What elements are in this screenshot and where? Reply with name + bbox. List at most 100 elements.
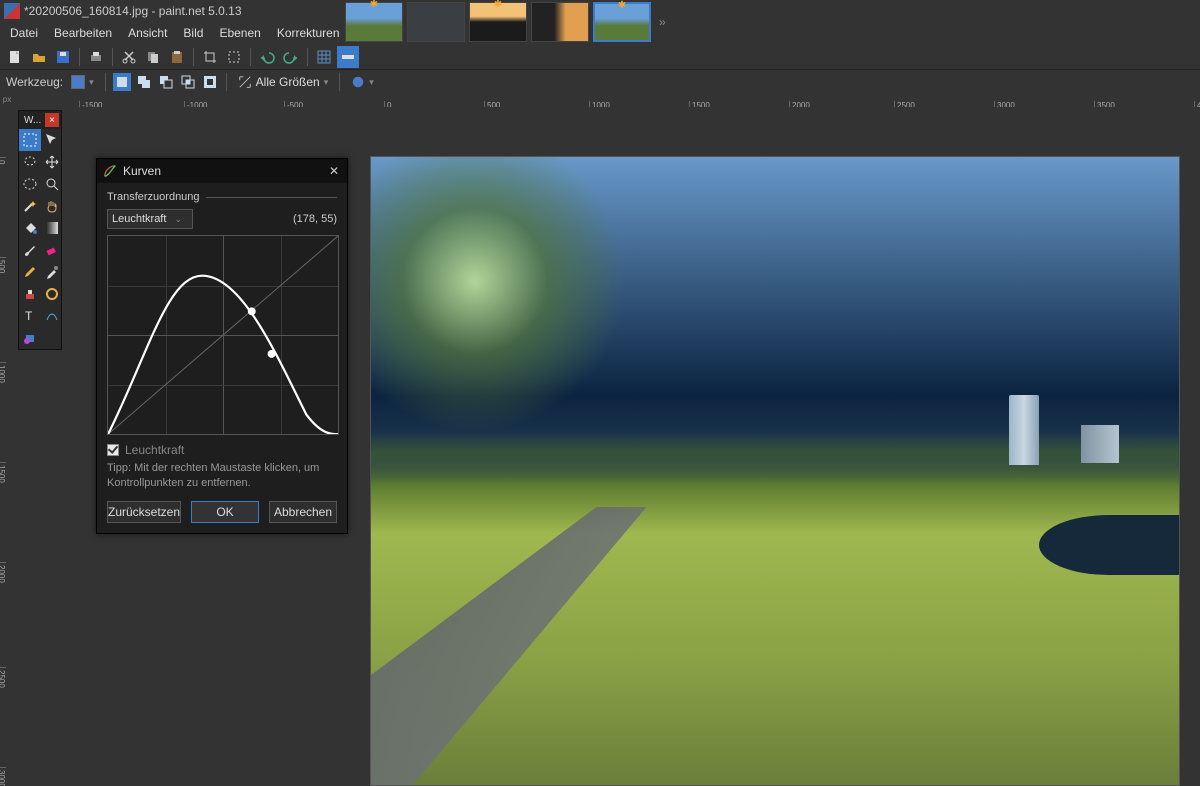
thumb-overflow-icon[interactable]: » (655, 15, 670, 29)
tool-line[interactable] (41, 305, 63, 327)
luminosity-checkbox[interactable] (107, 444, 119, 456)
document-thumbs: ✱ ✱ ✱ » (345, 0, 670, 44)
tool-recolor[interactable] (41, 283, 63, 305)
ruler-tick: 1500 (0, 462, 6, 483)
divider (206, 197, 337, 198)
deselect-icon[interactable] (223, 46, 245, 68)
chevron-down-icon: ▾ (324, 77, 329, 88)
grid-icon[interactable] (313, 46, 335, 68)
resize-icon (238, 75, 252, 89)
tool-ellipse-select[interactable] (19, 173, 41, 195)
curves-tip: Tipp: Mit der rechten Maustaste klicken,… (107, 461, 337, 491)
curves-plot (108, 236, 338, 434)
tool-clone[interactable] (19, 283, 41, 305)
tool-pencil[interactable] (19, 261, 41, 283)
ruler-tick: 1000 (0, 362, 6, 383)
image-region (1081, 425, 1119, 463)
app-icon (4, 3, 20, 19)
tools-panel-title: W... (21, 115, 41, 126)
ruler-tick: 2500 (0, 667, 6, 688)
chevron-down-icon: ▾ (369, 77, 374, 88)
svg-text:T: T (25, 309, 33, 323)
tool-label: Werkzeug: (6, 75, 63, 89)
dialog-title: Kurven (123, 164, 161, 178)
image-region (1009, 395, 1039, 465)
ruler-tick: 3000 (0, 767, 6, 786)
curves-mode-select[interactable]: Leuchtkraft ⌄ (107, 209, 193, 229)
cancel-button[interactable]: Abbrechen (269, 501, 337, 523)
undo-icon[interactable] (256, 46, 278, 68)
tool-picker[interactable]: ▾ (67, 74, 98, 90)
ruler-horizontal: -1500 -1000 -500 0 500 1000 1500 2000 25… (14, 93, 1200, 107)
tool-text[interactable]: T (19, 305, 41, 327)
rect-select-icon (71, 75, 85, 89)
print-icon[interactable] (85, 46, 107, 68)
cut-icon[interactable] (118, 46, 140, 68)
reset-button[interactable]: Zurücksetzen (107, 501, 181, 523)
tools-panel-title-bar[interactable]: W... × (19, 111, 61, 129)
menu-ansicht[interactable]: Ansicht (120, 23, 175, 43)
tool-rect-select[interactable] (19, 129, 41, 151)
menu-ebenen[interactable]: Ebenen (211, 23, 268, 43)
menu-datei[interactable]: Datei (2, 23, 46, 43)
paste-icon[interactable] (166, 46, 188, 68)
thumb-2[interactable] (407, 2, 465, 42)
window-title: *20200506_160814.jpg - paint.net 5.0.13 (24, 4, 242, 18)
ruler-vertical: 0 500 1000 1500 2000 2500 3000 (0, 107, 14, 786)
tool-lasso[interactable] (19, 151, 41, 173)
thumb-3[interactable]: ✱ (469, 2, 527, 42)
tool-color-picker[interactable] (41, 261, 63, 283)
tool-shapes[interactable] (19, 327, 41, 349)
tool-gradient[interactable] (41, 217, 63, 239)
tool-pan[interactable] (41, 195, 63, 217)
selection-size-dropdown[interactable]: Alle Größen ▾ (234, 75, 333, 89)
sel-mode-intersect-icon[interactable] (179, 73, 197, 91)
fill-style-dropdown[interactable]: ▾ (347, 74, 378, 90)
ruler-tick: 500 (0, 257, 6, 273)
dialog-title-bar[interactable]: Kurven ✕ (97, 159, 347, 183)
curves-dialog: Kurven ✕ Transferzuordnung Leuchtkraft ⌄… (96, 158, 348, 534)
open-file-icon[interactable] (28, 46, 50, 68)
menu-bild[interactable]: Bild (175, 23, 211, 43)
ruler-tick: 0 (0, 157, 6, 164)
close-icon[interactable]: ✕ (327, 164, 341, 178)
image-region (371, 432, 1179, 487)
tool-zoom[interactable] (41, 173, 63, 195)
sel-mode-sub-icon[interactable] (157, 73, 175, 91)
tool-eraser[interactable] (41, 239, 63, 261)
image-region (1039, 515, 1179, 575)
crop-icon[interactable] (199, 46, 221, 68)
new-file-icon[interactable] (4, 46, 26, 68)
close-icon[interactable]: × (45, 113, 59, 127)
ruler-icon[interactable] (337, 46, 359, 68)
tool-move-selection[interactable] (41, 129, 63, 151)
main-toolbar (0, 44, 1200, 70)
tool-move-pixels[interactable] (41, 151, 63, 173)
copy-icon[interactable] (142, 46, 164, 68)
redo-icon[interactable] (280, 46, 302, 68)
thumb-4[interactable] (531, 2, 589, 42)
image-region (371, 157, 631, 467)
thumb-5[interactable]: ✱ (593, 2, 651, 42)
ok-button[interactable]: OK (191, 501, 259, 523)
chevron-down-icon: ⌄ (174, 214, 182, 225)
sel-mode-add-icon[interactable] (135, 73, 153, 91)
tool-options-bar: Werkzeug: ▾ Alle Größen ▾ ▾ (0, 70, 1200, 94)
sel-mode-replace-icon[interactable] (113, 73, 131, 91)
curves-icon (103, 164, 117, 178)
menu-bearbeiten[interactable]: Bearbeiten (46, 23, 120, 43)
selection-size-label: Alle Größen (256, 75, 320, 89)
thumb-1[interactable]: ✱ (345, 2, 403, 42)
curves-graph[interactable] (107, 235, 339, 435)
menu-korrekturen[interactable]: Korrekturen (269, 23, 348, 43)
sel-mode-invert-icon[interactable] (201, 73, 219, 91)
tool-fill[interactable] (19, 217, 41, 239)
canvas-image[interactable] (370, 156, 1180, 786)
tool-magic-wand[interactable] (19, 195, 41, 217)
tool-brush[interactable] (19, 239, 41, 261)
ruler-unit: px (0, 93, 14, 107)
section-label: Transferzuordnung (107, 191, 200, 203)
circle-fill-icon (351, 75, 365, 89)
save-icon[interactable] (52, 46, 74, 68)
luminosity-checkbox-label: Leuchtkraft (125, 443, 184, 457)
